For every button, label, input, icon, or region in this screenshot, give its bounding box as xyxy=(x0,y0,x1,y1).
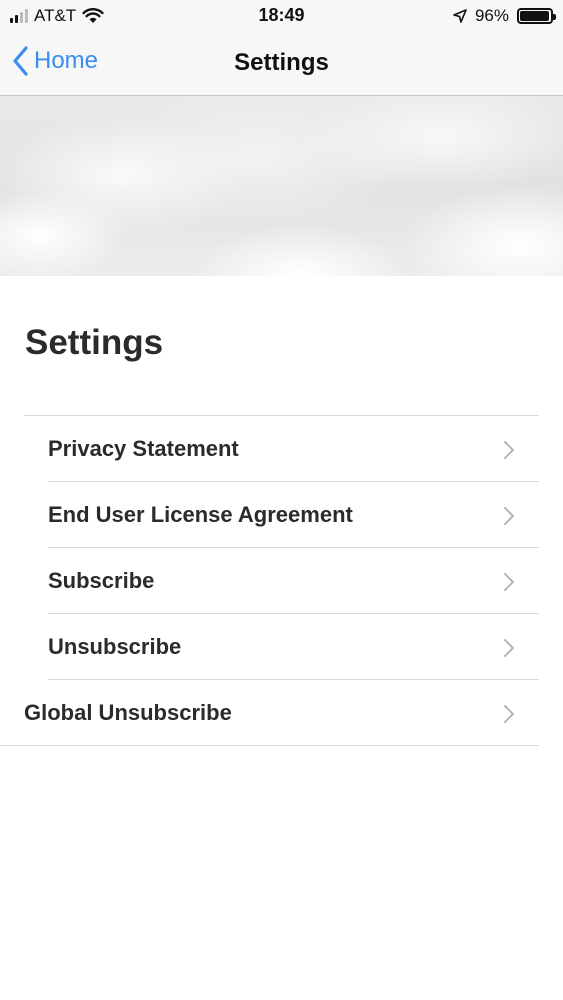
battery-icon xyxy=(517,8,556,24)
settings-item-label: Global Unsubscribe xyxy=(24,700,232,725)
settings-item-subscribe[interactable]: Subscribe xyxy=(48,548,539,614)
settings-item-privacy-statement[interactable]: Privacy Statement xyxy=(48,416,539,482)
page-title: Settings xyxy=(25,323,164,362)
settings-item-global-unsubscribe[interactable]: Global Unsubscribe xyxy=(0,680,539,746)
settings-item-eula[interactable]: End User License Agreement xyxy=(48,482,539,548)
chevron-right-icon xyxy=(504,639,514,657)
status-bar: AT&T 18:49 96% xyxy=(0,0,563,32)
settings-item-label: Subscribe xyxy=(48,568,155,593)
settings-list: Privacy Statement End User License Agree… xyxy=(0,415,539,746)
settings-item-label: Unsubscribe xyxy=(48,634,182,659)
settings-item-unsubscribe[interactable]: Unsubscribe xyxy=(48,614,539,680)
cloud-banner-image xyxy=(0,96,563,276)
settings-item-label: End User License Agreement xyxy=(48,502,353,527)
battery-level-fill xyxy=(520,11,549,21)
battery-percent: 96% xyxy=(474,6,509,25)
chevron-right-icon xyxy=(504,573,514,591)
settings-item-label: Privacy Statement xyxy=(48,436,239,461)
navigation-bar: Home Settings xyxy=(0,32,563,96)
chevron-right-icon xyxy=(504,507,514,525)
status-right: 96% xyxy=(453,6,556,26)
chevron-right-icon xyxy=(504,441,514,459)
chevron-right-icon xyxy=(504,705,514,723)
location-arrow-icon xyxy=(453,9,467,23)
nav-title: Settings xyxy=(234,49,329,76)
